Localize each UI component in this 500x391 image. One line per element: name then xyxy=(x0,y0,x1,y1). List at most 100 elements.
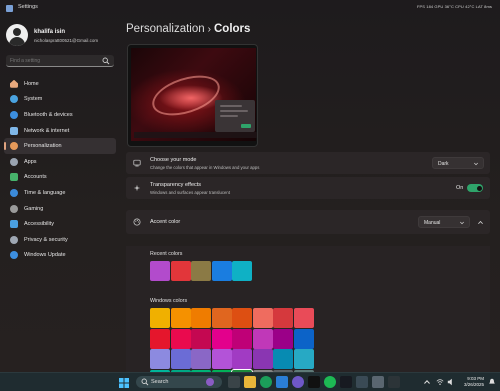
sidebar-item-label: Time & language xyxy=(24,189,66,196)
sidebar-item-time-language[interactable]: Time & language xyxy=(4,185,116,201)
windows-color-swatch[interactable] xyxy=(293,328,314,349)
breadcrumb-parent[interactable]: Personalization xyxy=(126,23,205,35)
transparency-setting: Transparency effects Windows and surface… xyxy=(126,177,490,199)
windows-color-swatch[interactable] xyxy=(273,328,293,349)
windows-color-swatch[interactable] xyxy=(252,308,273,328)
windows-color-swatch[interactable] xyxy=(252,349,273,369)
chevron-up-icon[interactable] xyxy=(478,220,483,225)
task-view-icon[interactable] xyxy=(228,376,240,388)
sidebar-item-gaming[interactable]: Gaming xyxy=(4,201,116,217)
performance-overlay: FPS 184 GPU 36°C CPU 42°C LAT 8ms xyxy=(416,4,492,9)
recent-color-swatch[interactable] xyxy=(170,261,191,281)
window-title: Settings xyxy=(18,4,38,10)
system-icon xyxy=(10,95,18,104)
avatar xyxy=(6,24,28,46)
taskbar-search[interactable]: Search xyxy=(136,376,222,388)
spotify-icon[interactable] xyxy=(324,376,336,388)
windows-color-swatch[interactable] xyxy=(273,308,293,328)
search-input[interactable] xyxy=(10,58,100,64)
windows-color-swatch[interactable] xyxy=(150,328,170,349)
app-icon-2[interactable] xyxy=(388,376,400,388)
sidebar-item-label: Bluetooth & devices xyxy=(24,111,73,118)
app-icon[interactable] xyxy=(356,376,368,388)
sidebar-item-personalization[interactable]: Personalization xyxy=(4,138,116,154)
windows-color-swatch[interactable] xyxy=(293,349,314,369)
windows-color-swatch[interactable] xyxy=(211,308,232,328)
title-bar: Settings FPS 184 GPU 36°C CPU 42°C LAT 8… xyxy=(0,0,500,18)
chevron-down-icon xyxy=(460,221,464,225)
chevron-up-icon[interactable] xyxy=(424,379,430,385)
recent-color-swatch[interactable] xyxy=(211,261,232,281)
sidebar-item-windows-update[interactable]: Windows Update xyxy=(4,248,116,264)
start-button[interactable] xyxy=(118,376,130,388)
breadcrumb: Personalization › Colors xyxy=(126,23,250,35)
file-explorer-icon[interactable] xyxy=(244,376,256,388)
bluetooth-icon xyxy=(10,110,18,119)
windows-color-swatch[interactable] xyxy=(191,308,211,328)
transparency-state-label: On xyxy=(456,185,464,191)
transparency-icon xyxy=(133,184,141,192)
windows-color-swatch[interactable] xyxy=(191,328,211,349)
recent-color-swatch[interactable] xyxy=(150,261,170,281)
sidebar-item-accounts[interactable]: Accounts xyxy=(4,170,116,186)
windows-color-swatch[interactable] xyxy=(170,349,191,369)
windows-color-swatch[interactable] xyxy=(150,308,170,328)
windows-color-swatch[interactable] xyxy=(170,308,191,328)
recent-color-swatch[interactable] xyxy=(191,261,211,281)
page-title: Colors xyxy=(213,23,251,35)
sidebar-item-label: Privacy & security xyxy=(24,236,68,243)
settings-taskbar-icon[interactable] xyxy=(372,376,384,388)
toggle-knob xyxy=(476,185,482,191)
accent-color-setting[interactable]: Accent color Manual xyxy=(126,210,490,234)
store-icon[interactable] xyxy=(276,376,288,388)
windows-color-swatch[interactable] xyxy=(232,328,252,349)
recent-color-swatch[interactable] xyxy=(232,261,252,281)
windows-color-swatch[interactable] xyxy=(211,349,232,369)
sidebar-item-label: Gaming xyxy=(24,205,44,212)
sidebar-item-network-internet[interactable]: Network & internet xyxy=(4,123,116,139)
steam-icon[interactable] xyxy=(308,376,320,388)
windows-color-swatch[interactable] xyxy=(150,349,170,369)
palette-icon xyxy=(133,218,141,226)
sidebar-item-label: Accessibility xyxy=(24,221,54,228)
windows-color-swatch[interactable] xyxy=(211,328,232,349)
windows-color-swatch[interactable] xyxy=(232,308,252,328)
sidebar-item-label: Apps xyxy=(24,158,37,165)
user-profile[interactable]: khalifa isin nicholaspratt00521@Gmail.co… xyxy=(6,24,116,48)
clock-date[interactable]: 3/26/2025 xyxy=(464,382,484,387)
sidebar-item-accessibility[interactable]: Accessibility xyxy=(4,216,116,232)
sidebar-item-label: Windows Update xyxy=(24,252,66,259)
windows-color-swatch[interactable] xyxy=(232,349,252,369)
transparency-toggle[interactable] xyxy=(467,184,483,192)
accent-dropdown[interactable]: Manual xyxy=(418,216,470,228)
game-app-icon[interactable] xyxy=(340,376,352,388)
accent-color-panel: Recent colors Windows colors ✓ xyxy=(126,246,490,372)
search-icon[interactable] xyxy=(102,57,110,65)
windows-color-swatch[interactable] xyxy=(273,349,293,369)
profile-email: nicholaspratt00521@Gmail.com xyxy=(34,38,99,43)
sidebar-item-home[interactable]: Home xyxy=(4,76,116,92)
sidebar-item-apps[interactable]: Apps xyxy=(4,154,116,170)
windows-color-swatch[interactable] xyxy=(191,349,211,369)
edge-browser-icon[interactable] xyxy=(260,376,272,388)
home-icon xyxy=(10,79,18,88)
transparency-subtitle: Windows and surfaces appear translucent xyxy=(150,190,231,195)
notification-bell-icon[interactable] xyxy=(488,378,496,386)
sidebar-item-bluetooth-devices[interactable]: Bluetooth & devices xyxy=(4,107,116,123)
windows-color-swatch[interactable] xyxy=(252,328,273,349)
windows-colors-label: Windows colors xyxy=(150,298,188,304)
profile-name: khalifa isin xyxy=(34,29,66,35)
brightness-icon xyxy=(133,159,141,167)
windows-color-swatch[interactable] xyxy=(170,328,191,349)
volume-icon[interactable] xyxy=(447,378,455,386)
sidebar-item-system[interactable]: System xyxy=(4,92,116,108)
mode-dropdown[interactable]: Dark xyxy=(432,157,484,169)
settings-search-box[interactable] xyxy=(6,55,114,67)
clock-time[interactable]: 9:03 PM xyxy=(467,376,484,381)
sidebar-item-privacy-security[interactable]: Privacy & security xyxy=(4,232,116,248)
windows-color-swatch[interactable] xyxy=(293,308,314,328)
update-icon xyxy=(10,251,18,260)
breadcrumb-separator: › xyxy=(207,24,211,35)
discord-icon[interactable] xyxy=(292,376,304,388)
wifi-icon[interactable] xyxy=(436,378,444,386)
